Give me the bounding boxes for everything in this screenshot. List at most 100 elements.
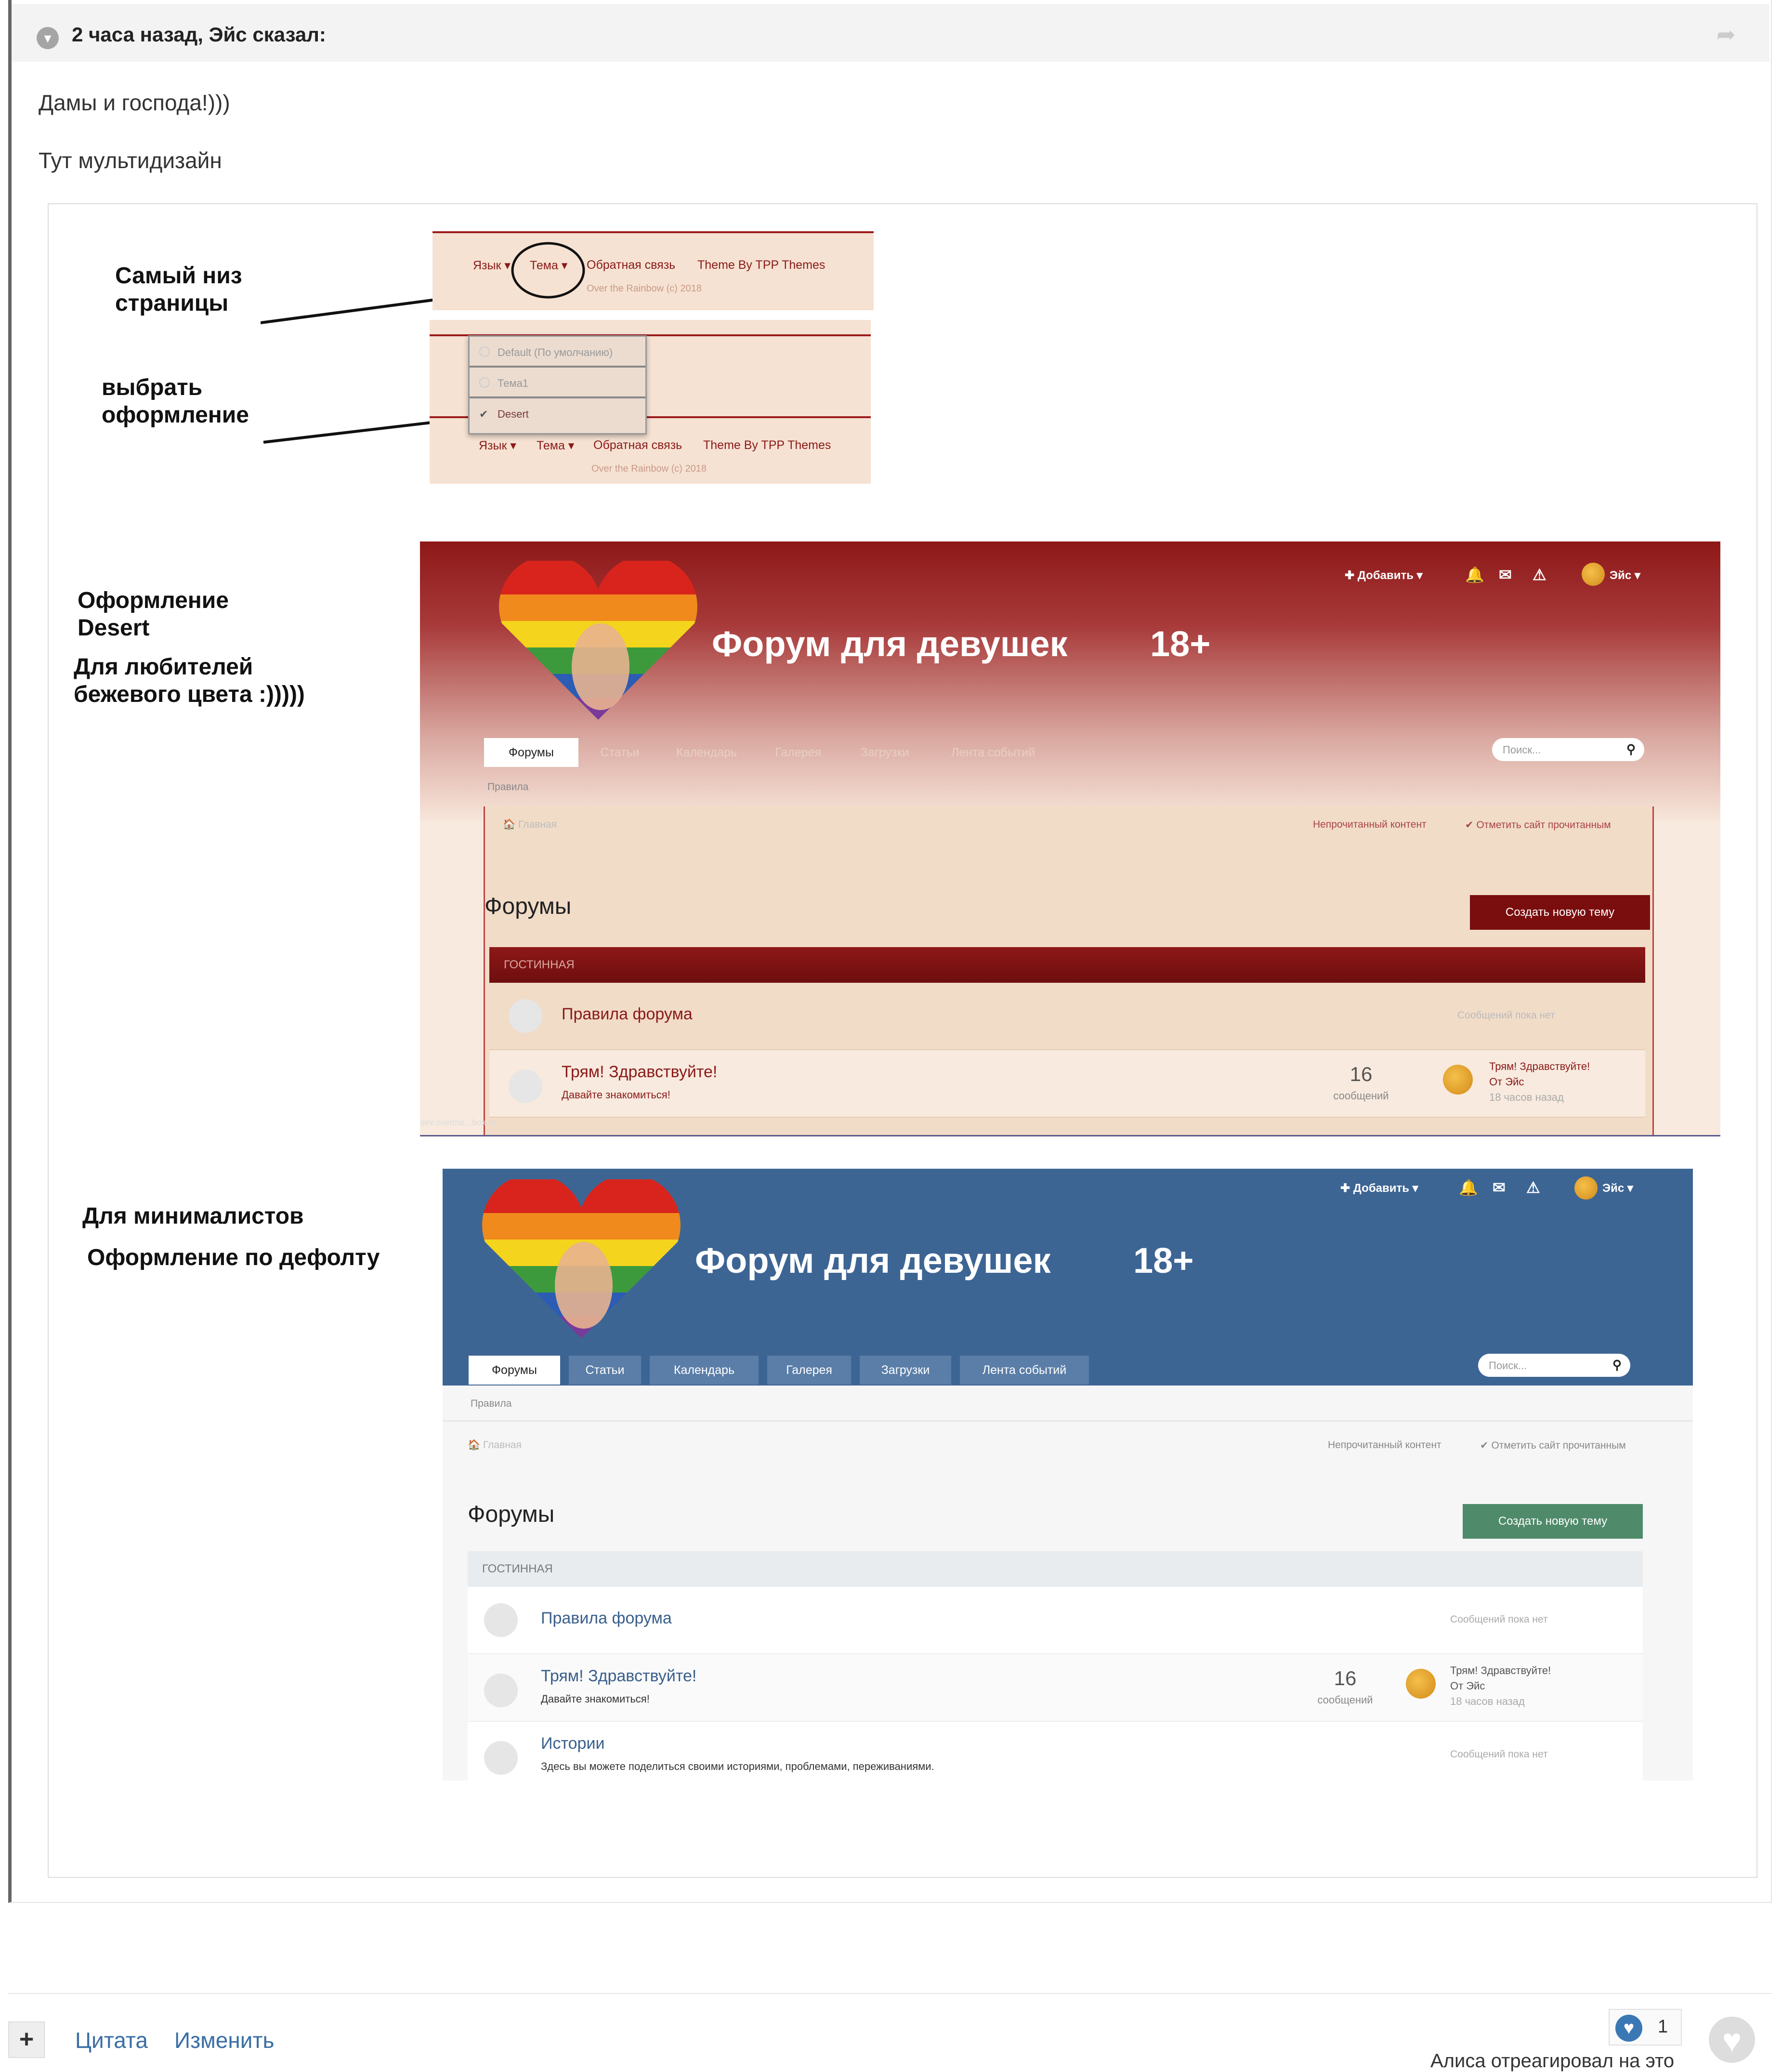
search-icon: ⚲ [1612,1358,1622,1372]
forum-desc: Давайте знакомиться! [541,1693,650,1705]
search-input[interactable]: Поиск... ⚲ [1478,1354,1630,1377]
theme-option-default[interactable]: Default (По умолчанию) [470,337,645,368]
collapse-toggle-icon[interactable]: ▾ [37,27,59,49]
forum-icon [484,1674,518,1707]
warning-icon[interactable]: ⚠ [1533,566,1546,584]
user-avatar[interactable] [1582,563,1605,586]
note-bottom-of-page: Самый низ страницы [115,263,242,316]
circle-mark [511,242,585,299]
bell-icon[interactable]: 🔔 [1465,566,1484,584]
unread-link[interactable]: Непрочитанный контент [1313,819,1427,831]
mail-icon[interactable]: ✉ [1499,566,1512,584]
last-poster-avatar[interactable] [1406,1669,1436,1699]
footer-strip: Язык ▾ Тема ▾ Обратная связь Theme By TP… [432,231,874,310]
warning-icon[interactable]: ⚠ [1526,1178,1540,1197]
post-count: 16 [1350,1063,1373,1085]
tab-calendar[interactable]: Календарь [661,738,752,767]
search-input[interactable]: Поиск... ⚲ [1492,738,1644,761]
last-post-author[interactable]: От Эйс [1450,1678,1485,1694]
forum-row[interactable]: Трям! Здравствуйте! Давайте знакомиться!… [468,1654,1643,1722]
forum-row[interactable]: Правила форума Сообщений пока нет [489,983,1645,1050]
note-minimal-sub: Оформление по дефолту [87,1245,380,1270]
tab-gallery[interactable]: Галерея [767,1356,851,1385]
bell-icon[interactable]: 🔔 [1459,1178,1478,1197]
like-heart-icon[interactable]: ♥ [1709,2017,1755,2063]
forum-name[interactable]: Правила форума [541,1609,672,1628]
breadcrumb-home[interactable]: 🏠 Главная [468,1439,522,1451]
forum-icon [484,1741,518,1775]
tab-calendar[interactable]: Календарь [650,1356,759,1385]
tab-gallery[interactable]: Галерея [762,738,834,767]
last-post-author[interactable]: От Эйс [1489,1074,1524,1090]
forum-icon [484,1603,518,1637]
quote-header: ▾ 2 часа назад, Эйс сказал: ➦ [12,4,1769,62]
search-icon: ⚲ [1626,742,1636,756]
rules-link[interactable]: Правила [471,1398,511,1410]
footer-theme-by[interactable]: Theme By TPP Themes [703,438,831,452]
page-title: Форумы [485,894,572,919]
post-count-label: сообщений [1333,1090,1389,1102]
forum-last: Сообщений пока нет [1457,1010,1555,1021]
note-choose-theme: выбрать оформление [102,375,249,428]
theme-option-desert[interactable]: ✔ Desert [470,398,645,429]
theme-option-tema1[interactable]: Тема1 [470,368,645,398]
share-icon[interactable]: ➦ [1716,21,1736,48]
footer-lang[interactable]: Язык ▾ [479,438,516,453]
note-desert-title: Оформление Desert [78,588,229,641]
url-hint: dev.overthe...box.ru [420,1118,496,1127]
new-topic-button[interactable]: Создать новую тему [1470,895,1650,930]
mail-icon[interactable]: ✉ [1493,1178,1506,1197]
tab-articles[interactable]: Статьи [569,1356,641,1385]
forum-row[interactable]: Трям! Здравствуйте! Давайте знакомиться!… [489,1050,1645,1118]
tab-downloads[interactable]: Загрузки [860,1356,951,1385]
add-menu[interactable]: ✚ Добавить ▾ [1345,568,1423,582]
unread-link[interactable]: Непрочитанный контент [1328,1439,1441,1451]
quote-paragraph-2: Тут мультидизайн [39,148,222,173]
footer-feedback[interactable]: Обратная связь [587,258,675,272]
tab-activity[interactable]: Лента событий [935,738,1051,767]
post-count: 16 [1334,1667,1357,1689]
forum-row[interactable]: Истории Здесь вы можете поделиться своим… [468,1722,1643,1781]
tab-downloads[interactable]: Загрузки [844,738,926,767]
page-title: Форумы [468,1502,555,1527]
reaction-summary[interactable]: ♥ 1 [1609,2009,1682,2046]
last-post-title[interactable]: Трям! Здравствуйте! [1489,1059,1590,1074]
tab-articles[interactable]: Статьи [589,738,651,767]
footer-lang[interactable]: Язык ▾ [473,258,511,273]
user-avatar[interactable] [1574,1176,1598,1200]
tab-activity[interactable]: Лента событий [960,1356,1089,1385]
footer-theme[interactable]: Тема ▾ [537,438,574,453]
footer-strip-with-menu: Default (По умолчанию) Тема1 ✔ Desert Язы… [430,320,871,484]
mark-read-link[interactable]: ✔ Отметить сайт прочитанным [1465,819,1611,831]
note-desert-sub: Для любителей бежевого цвета :))))) [74,654,305,707]
category-header[interactable]: ГОСТИННАЯ [489,947,1645,983]
site-title: Форум для девушек [712,624,1068,664]
category-header[interactable]: ГОСТИННАЯ [468,1551,1643,1587]
last-poster-avatar[interactable] [1443,1065,1473,1095]
edit-button[interactable]: Изменить [174,2027,275,2053]
forum-name[interactable]: Трям! Здравствуйте! [562,1063,717,1082]
footer-feedback[interactable]: Обратная связь [593,438,682,452]
footer-copyright: Over the Rainbow (c) 2018 [591,463,707,474]
tab-forums[interactable]: Форумы [484,738,578,767]
add-menu[interactable]: ✚ Добавить ▾ [1340,1181,1418,1195]
forum-name[interactable]: Правила форума [562,1005,693,1024]
breadcrumb-home[interactable]: 🏠 Главная [503,819,557,831]
forum-name[interactable]: Истории [541,1734,604,1753]
new-topic-button[interactable]: Создать новую тему [1463,1504,1643,1539]
multiquote-button[interactable]: + [8,2021,45,2058]
check-icon: ✔ [479,408,488,420]
rules-link[interactable]: Правила [487,781,528,793]
tab-forums[interactable]: Форумы [469,1356,560,1385]
footer-theme-by[interactable]: Theme By TPP Themes [697,258,825,272]
reaction-text[interactable]: Алиса отреагировал на это [1430,2050,1674,2072]
forum-row[interactable]: Правила форума Сообщений пока нет [468,1587,1643,1654]
reaction-count: 1 [1658,2017,1668,2037]
last-post-title[interactable]: Трям! Здравствуйте! [1450,1663,1551,1678]
quote-button[interactable]: Цитата [75,2027,148,2053]
user-menu[interactable]: Эйс ▾ [1602,1181,1633,1195]
forum-name[interactable]: Трям! Здравствуйте! [541,1667,696,1686]
mark-read-link[interactable]: ✔ Отметить сайт прочитанным [1480,1439,1626,1452]
user-menu[interactable]: Эйс ▾ [1610,568,1640,582]
last-post-time: 18 часов назад [1450,1695,1525,1707]
